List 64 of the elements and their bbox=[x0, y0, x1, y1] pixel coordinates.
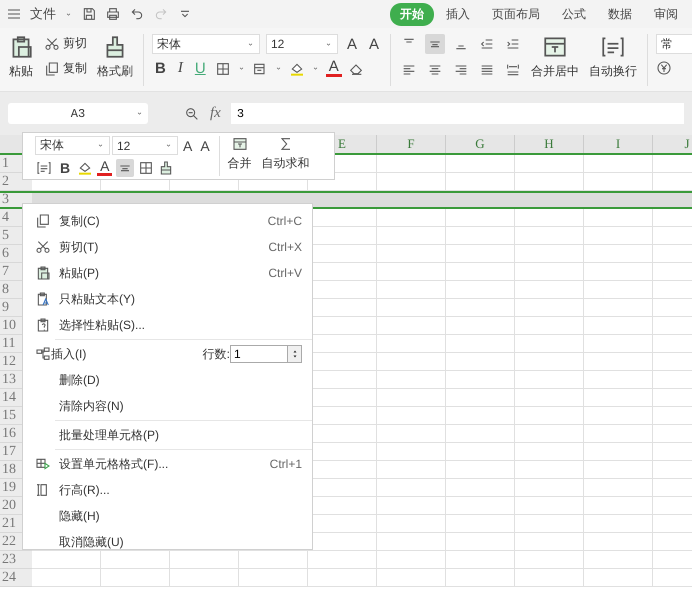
cut-button[interactable]: 剪切 bbox=[42, 34, 89, 53]
name-box[interactable]: A3 bbox=[8, 103, 148, 124]
border-icon bbox=[214, 60, 231, 76]
font-select[interactable]: 宋体 bbox=[152, 34, 260, 54]
grow-font-button[interactable]: A bbox=[344, 36, 360, 52]
distributed-icon bbox=[505, 62, 522, 78]
column-header[interactable]: H bbox=[515, 135, 584, 153]
fill-color-icon bbox=[77, 160, 94, 176]
column-header[interactable]: J bbox=[653, 135, 692, 153]
paste-button[interactable]: 粘贴 bbox=[6, 34, 36, 86]
copy-icon bbox=[44, 60, 60, 76]
scissors-icon bbox=[35, 239, 51, 255]
column-header[interactable]: G bbox=[446, 135, 515, 153]
shrink-font-button[interactable]: A bbox=[197, 138, 213, 154]
bold-button[interactable]: B bbox=[152, 60, 169, 77]
formula-field[interactable]: 3 bbox=[230, 103, 684, 124]
font-size-select[interactable]: 12 bbox=[112, 136, 178, 155]
font-size-select[interactable]: 12 bbox=[266, 34, 338, 54]
ribbon-tab[interactable]: 公式 bbox=[552, 2, 596, 26]
grow-font-button[interactable]: A bbox=[180, 138, 196, 154]
menu-item[interactable]: 插入(I) bbox=[51, 346, 203, 362]
ribbon-tab[interactable]: 数据 bbox=[598, 2, 642, 26]
function-label[interactable]: fx bbox=[210, 105, 221, 122]
copy-icon bbox=[35, 213, 51, 229]
ribbon-tab[interactable]: 审阅 bbox=[644, 2, 688, 26]
row-count-field[interactable]: 1 bbox=[230, 345, 288, 363]
format-painter-button[interactable]: 格式刷 bbox=[95, 34, 135, 86]
merge-center-button[interactable]: 合并居中 bbox=[529, 34, 582, 86]
file-menu[interactable]: 文件 bbox=[30, 5, 56, 23]
ribbon-tab[interactable]: 插入 bbox=[436, 2, 480, 26]
row-count-label: 行数: bbox=[202, 346, 230, 362]
font-color-button[interactable]: A bbox=[97, 160, 112, 176]
ribbon-tab[interactable]: 页面布局 bbox=[482, 2, 550, 26]
paste-special-icon bbox=[35, 317, 51, 333]
italic-button[interactable]: I bbox=[174, 60, 186, 77]
undo-icon bbox=[129, 6, 145, 22]
align-middle-icon[interactable] bbox=[425, 34, 446, 54]
row-header[interactable]: 3 bbox=[0, 193, 32, 207]
print-icon bbox=[105, 6, 121, 22]
format-cells-icon bbox=[35, 456, 51, 472]
font-color-button[interactable]: A bbox=[326, 60, 342, 77]
scissors-icon bbox=[44, 36, 60, 52]
bold-button[interactable]: B bbox=[57, 160, 74, 176]
font-select[interactable]: 宋体 bbox=[35, 136, 110, 155]
wrap-text-button[interactable]: 自动换行 bbox=[587, 34, 640, 86]
shrink-font-button[interactable]: A bbox=[366, 36, 382, 52]
merge-button[interactable]: 合并 bbox=[226, 136, 254, 176]
currency-icon bbox=[656, 60, 672, 76]
row-header[interactable]: 23 bbox=[0, 551, 32, 569]
number-format-select[interactable]: 常 bbox=[656, 34, 692, 54]
wrap-text-button[interactable] bbox=[35, 159, 53, 177]
merge-icon bbox=[232, 136, 248, 152]
copy-button[interactable]: 复制 bbox=[42, 59, 89, 78]
column-header[interactable]: F bbox=[377, 135, 446, 153]
insert-icon bbox=[35, 346, 51, 362]
border-icon bbox=[138, 160, 154, 176]
paste-text-icon bbox=[35, 291, 51, 307]
zoom-icon bbox=[184, 106, 200, 122]
column-header[interactable]: I bbox=[584, 135, 653, 153]
save-icon bbox=[81, 6, 97, 22]
spin-button[interactable] bbox=[288, 345, 302, 363]
row-header[interactable]: 24 bbox=[0, 569, 32, 587]
align-center-icon[interactable] bbox=[116, 159, 134, 177]
paste-icon bbox=[35, 265, 51, 281]
